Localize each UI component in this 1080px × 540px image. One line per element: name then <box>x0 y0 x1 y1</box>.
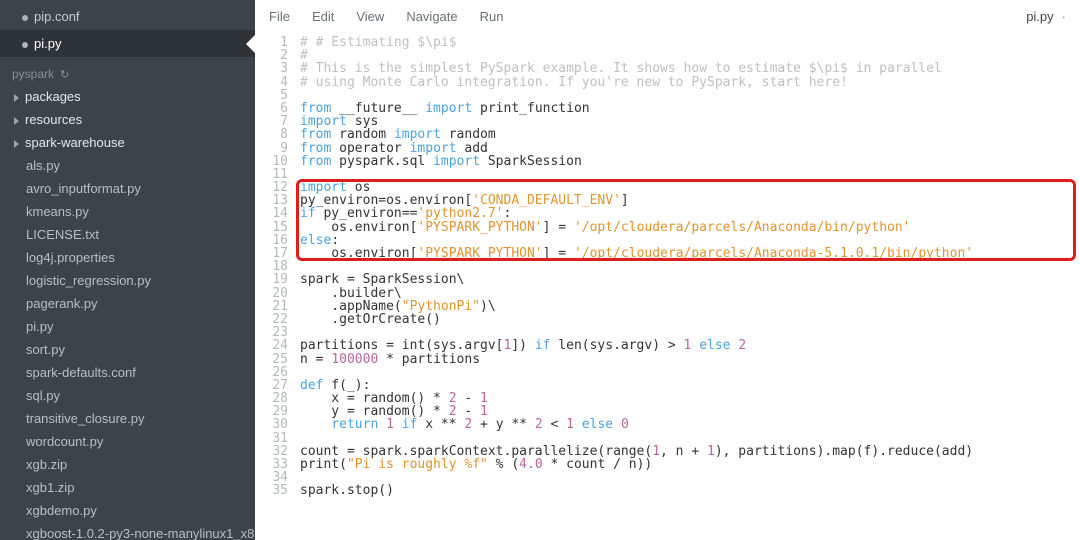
tab-label: pip.conf <box>34 9 80 24</box>
menubar: File Edit View Navigate Run pi.py · <box>255 0 1080 32</box>
line-number: 9 <box>255 142 288 155</box>
folder-label: packages <box>25 89 81 104</box>
folder-item[interactable]: packages <box>0 85 255 108</box>
sidebar: pip.conf pi.py pyspark ↻ packages resource… <box>0 0 255 540</box>
tab-dot-icon <box>22 15 28 21</box>
line-number: 35 <box>255 484 288 497</box>
file-item[interactable]: pagerank.py <box>0 292 255 315</box>
file-item[interactable]: pi.py <box>0 315 255 338</box>
line-number: 24 <box>255 339 288 352</box>
code-line[interactable]: from __future__ import print_function <box>300 102 1066 115</box>
chevron-right-icon <box>14 117 19 125</box>
code-line[interactable] <box>300 168 1066 181</box>
line-number: 19 <box>255 273 288 286</box>
project-header: pyspark ↻ <box>0 57 255 85</box>
code-area[interactable]: # # Estimating $\pi$## This is the simpl… <box>300 36 1080 540</box>
menu-navigate[interactable]: Navigate <box>406 9 457 24</box>
line-number: 10 <box>255 155 288 168</box>
file-item[interactable]: xgboost-1.0.2-py3-none-manylinux1_x86 <box>0 522 255 540</box>
file-item[interactable]: sort.py <box>0 338 255 361</box>
code-line[interactable]: n = 100000 * partitions <box>300 353 1066 366</box>
main: FileEditViewNavigateRun pi.py · 12345678… <box>255 0 1080 540</box>
file-item[interactable]: als.py <box>0 154 255 177</box>
file-item[interactable]: avro_inputformat.py <box>0 177 255 200</box>
folder-item[interactable]: spark-warehouse <box>0 131 255 154</box>
file-tree: packages resources spark-warehouse als.pyav… <box>0 85 255 540</box>
line-number: 20 <box>255 287 288 300</box>
folder-item[interactable]: resources <box>0 108 255 131</box>
tab-label: pi.py <box>34 36 61 51</box>
file-item[interactable]: sql.py <box>0 384 255 407</box>
folder-label: spark-warehouse <box>25 135 125 150</box>
line-number: 3 <box>255 62 288 75</box>
folder-label: resources <box>25 112 82 127</box>
file-item[interactable]: kmeans.py <box>0 200 255 223</box>
file-item[interactable]: log4j.properties <box>0 246 255 269</box>
line-number: 15 <box>255 221 288 234</box>
tab-dot-icon <box>22 42 28 48</box>
line-number: 21 <box>255 300 288 313</box>
line-number: 14 <box>255 207 288 220</box>
code-line[interactable]: return 1 if x ** 2 + y ** 2 < 1 else 0 <box>300 418 1066 431</box>
menu-view[interactable]: View <box>356 9 384 24</box>
chevron-right-icon <box>14 94 19 102</box>
line-gutter: 1234567891011121314151617181920212223242… <box>255 36 300 540</box>
code-line[interactable]: .getOrCreate() <box>300 313 1066 326</box>
line-number: 31 <box>255 432 288 445</box>
menu-file[interactable]: File <box>269 9 290 24</box>
line-number: 30 <box>255 418 288 431</box>
chevron-right-icon <box>14 140 19 148</box>
code-line[interactable]: os.environ['PYSPARK_PYTHON'] = '/opt/clo… <box>300 247 1066 260</box>
file-item[interactable]: xgb1.zip <box>0 476 255 499</box>
open-tabs: pip.conf pi.py <box>0 3 255 57</box>
menu-run[interactable]: Run <box>480 9 504 24</box>
current-file: pi.py <box>1026 9 1053 24</box>
line-number: 25 <box>255 353 288 366</box>
file-item[interactable]: logistic_regression.py <box>0 269 255 292</box>
file-item[interactable]: LICENSE.txt <box>0 223 255 246</box>
line-number: 5 <box>255 89 288 102</box>
file-item[interactable]: xgbdemo.py <box>0 499 255 522</box>
code-line[interactable]: # using Monte Carlo integration. If you'… <box>300 76 1066 89</box>
file-item[interactable]: spark-defaults.conf <box>0 361 255 384</box>
line-number: 26 <box>255 366 288 379</box>
code-line[interactable]: print("Pi is roughly %f" % (4.0 * count … <box>300 458 1066 471</box>
file-item[interactable]: transitive_closure.py <box>0 407 255 430</box>
line-number: 8 <box>255 128 288 141</box>
file-item[interactable]: wordcount.py <box>0 430 255 453</box>
code-line[interactable] <box>300 366 1066 379</box>
code-line[interactable]: spark = SparkSession\ <box>300 273 1066 286</box>
code-line[interactable]: os.environ['PYSPARK_PYTHON'] = '/opt/clo… <box>300 221 1066 234</box>
code-editor[interactable]: 1234567891011121314151617181920212223242… <box>255 32 1080 540</box>
code-line[interactable]: spark.stop() <box>300 484 1066 497</box>
open-tab[interactable]: pip.conf <box>0 3 255 30</box>
refresh-icon[interactable]: ↻ <box>60 68 69 81</box>
file-item[interactable]: xgb.zip <box>0 453 255 476</box>
code-line[interactable]: # # Estimating $\pi$ <box>300 36 1066 49</box>
code-line[interactable] <box>300 471 1066 484</box>
dirty-indicator: · <box>1062 9 1066 24</box>
open-tab[interactable]: pi.py <box>0 30 255 57</box>
line-number: 4 <box>255 76 288 89</box>
code-line[interactable]: from pyspark.sql import SparkSession <box>300 155 1066 168</box>
menu-edit[interactable]: Edit <box>312 9 334 24</box>
project-label: pyspark <box>12 67 54 81</box>
